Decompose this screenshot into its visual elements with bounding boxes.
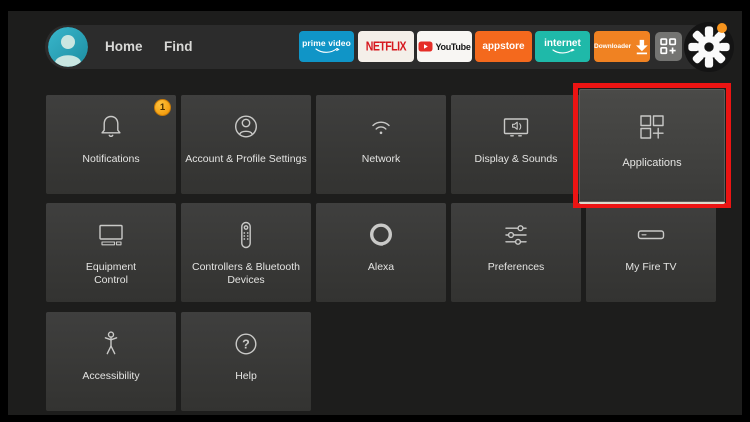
- tile-network[interactable]: Network: [316, 95, 446, 194]
- tile-label: Notifications: [82, 153, 140, 165]
- tile-preferences[interactable]: Preferences: [451, 203, 581, 302]
- youtube-play-icon: [418, 41, 433, 52]
- tile-alexa[interactable]: Alexa: [316, 203, 446, 302]
- account-person-icon: [234, 115, 258, 138]
- tile-label: Equipment Control: [85, 261, 137, 287]
- youtube-label: YouTube: [435, 41, 471, 52]
- tile-notifications[interactable]: 1 Notifications: [46, 95, 176, 194]
- tile-help[interactable]: ? Help: [181, 312, 311, 411]
- nav-home[interactable]: Home: [105, 25, 143, 69]
- tile-label: Accessibility: [82, 370, 140, 382]
- tile-accessibility[interactable]: Accessibility: [46, 312, 176, 411]
- applications-icon: [640, 115, 664, 139]
- settings-gear-button[interactable]: [684, 22, 734, 72]
- downloader-label: Downloader: [594, 43, 632, 50]
- download-arrow-icon: [636, 39, 648, 54]
- prime-video-label: prime video: [302, 38, 351, 48]
- display-speaker-icon: [503, 118, 529, 137]
- tile-applications[interactable]: Applications: [579, 89, 725, 204]
- profile-person-icon: [48, 27, 88, 67]
- appstore-label: appstore: [482, 41, 525, 52]
- app-shortcut-netflix[interactable]: NETFLIX: [358, 31, 414, 62]
- sliders-icon: [505, 225, 527, 245]
- tile-label: Preferences: [487, 261, 545, 273]
- notification-badge: 1: [154, 99, 171, 116]
- app-shortcut-prime-video[interactable]: prime video: [299, 31, 354, 62]
- internet-label: internet: [544, 38, 581, 49]
- wifi-icon: [372, 121, 390, 135]
- apps-grid-button[interactable]: [655, 32, 682, 61]
- remote-icon: [241, 221, 251, 249]
- tile-label: Controllers & Bluetooth Devices: [192, 261, 300, 287]
- equipment-icon: [99, 224, 123, 246]
- app-shortcut-youtube[interactable]: YouTube: [417, 31, 472, 62]
- netflix-label: NETFLIX: [365, 39, 407, 54]
- app-shortcut-appstore[interactable]: appstore: [475, 31, 532, 62]
- apps-grid-icon: [660, 38, 677, 55]
- tile-label: My Fire TV: [625, 261, 677, 273]
- svg-text:?: ?: [242, 337, 250, 351]
- tile-equipment-control[interactable]: Equipment Control: [46, 203, 176, 302]
- tile-label: Help: [235, 370, 257, 382]
- tile-label: Display & Sounds: [474, 153, 558, 165]
- bell-icon: [101, 115, 121, 138]
- nav-find[interactable]: Find: [164, 25, 193, 69]
- question-mark-icon: ?: [235, 333, 257, 355]
- tile-account-profile-settings[interactable]: Account & Profile Settings: [181, 95, 311, 194]
- app-shortcut-internet[interactable]: internet: [535, 31, 590, 62]
- accessibility-person-icon: [104, 331, 118, 355]
- tile-label: Applications: [622, 157, 682, 169]
- fire-tv-stick-icon: [637, 230, 665, 240]
- app-shortcut-downloader[interactable]: Downloader: [594, 31, 650, 62]
- tile-display-sounds[interactable]: Display & Sounds: [451, 95, 581, 194]
- tile-label: Account & Profile Settings: [185, 153, 307, 165]
- profile-avatar[interactable]: [48, 27, 88, 67]
- amazon-smile-icon: [551, 49, 575, 54]
- tile-my-fire-tv[interactable]: My Fire TV: [586, 203, 716, 302]
- settings-notification-dot: [717, 23, 727, 33]
- tile-label: Alexa: [367, 261, 395, 273]
- amazon-smile-icon: [314, 48, 340, 53]
- content-area: Home Find prime video NETFLIX YouTube ap…: [8, 11, 742, 415]
- fire-tv-settings-screen: Home Find prime video NETFLIX YouTube ap…: [0, 0, 750, 422]
- tile-controllers-bluetooth[interactable]: Controllers & Bluetooth Devices: [181, 203, 311, 302]
- tile-label: Network: [361, 153, 401, 165]
- alexa-icon: [369, 223, 393, 246]
